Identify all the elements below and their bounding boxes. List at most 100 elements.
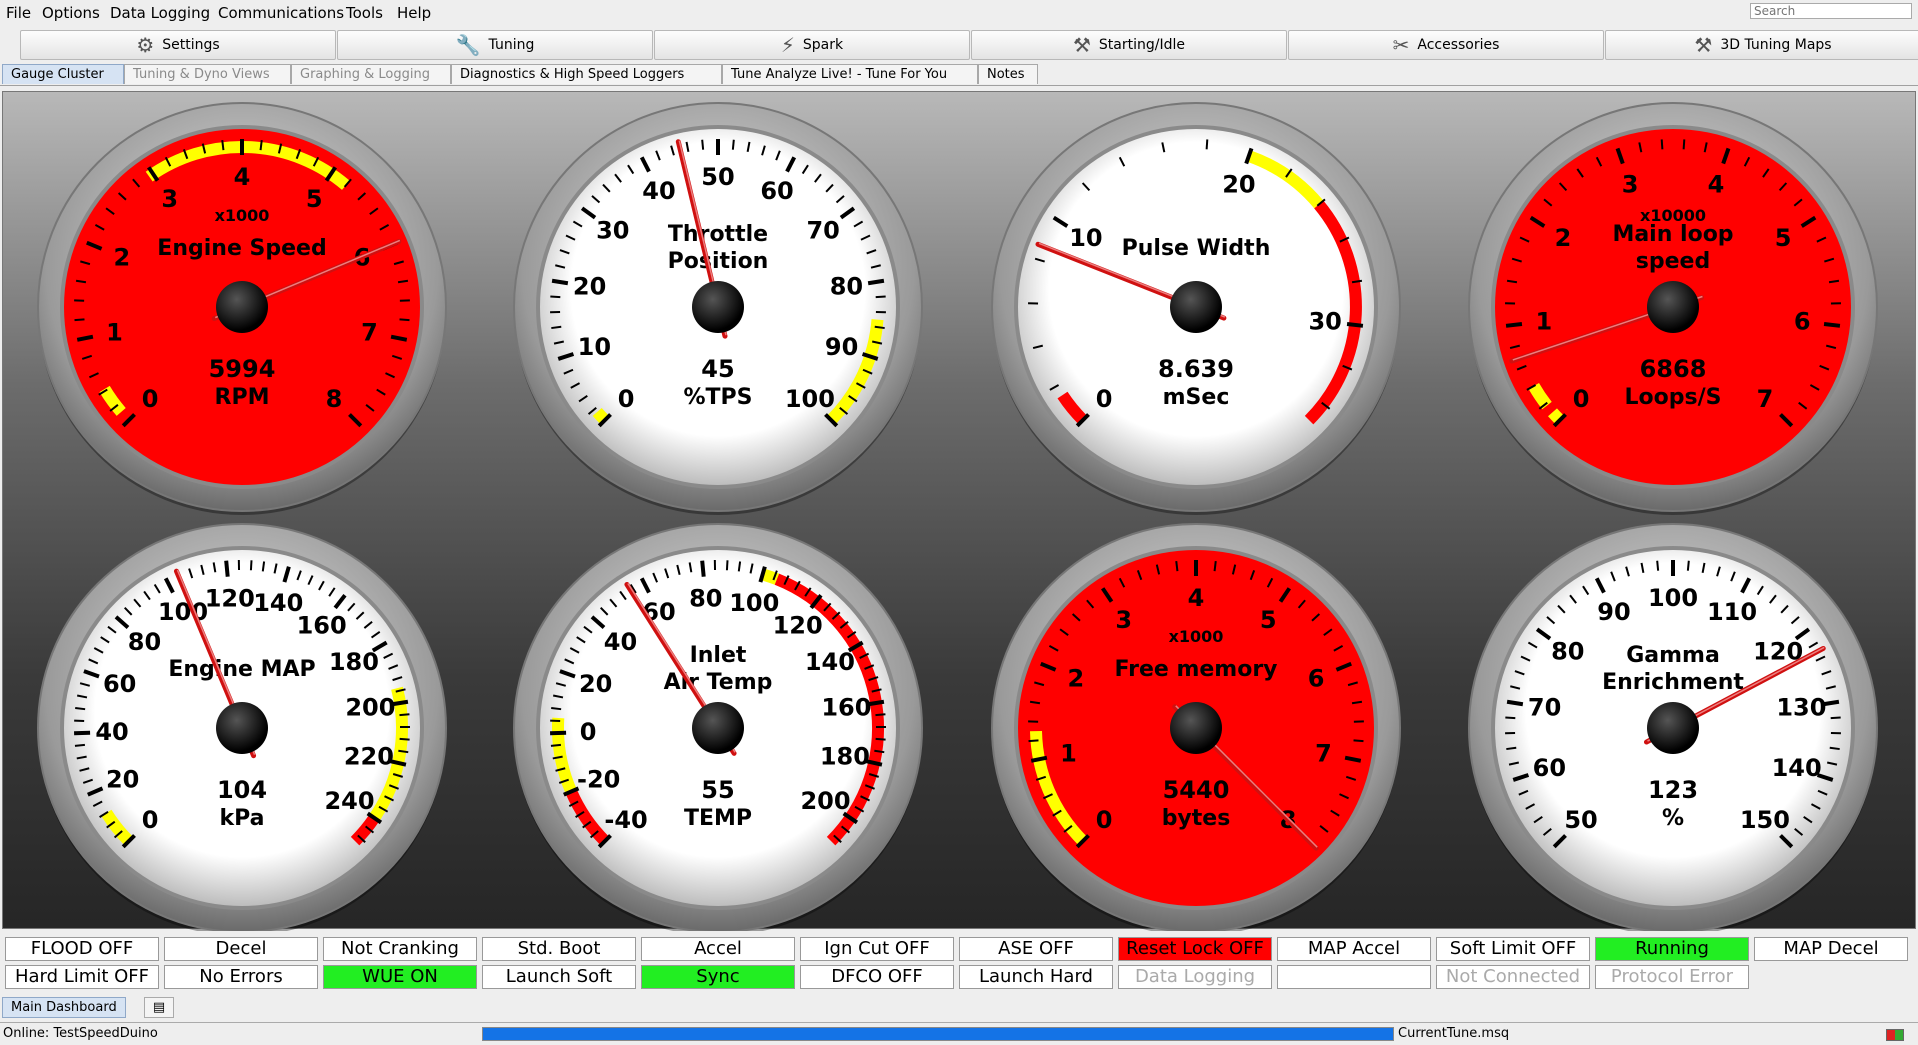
gauge-hub xyxy=(216,281,268,333)
indicator-map-decel: MAP Decel xyxy=(1754,937,1908,961)
gauge-scale-label: 0 xyxy=(580,718,597,746)
hammer-icon: ⚒ xyxy=(1694,33,1712,57)
gauge-scale-label: 80 xyxy=(128,628,161,656)
search-input[interactable] xyxy=(1750,3,1912,19)
gauge-hub xyxy=(692,281,744,333)
gauge-scale-label: 50 xyxy=(1564,806,1597,834)
indicator-std-boot: Std. Boot xyxy=(482,937,636,961)
gauge-tick xyxy=(875,327,885,328)
gauge-tick xyxy=(1176,561,1177,571)
gauge-title: Engine MAP xyxy=(168,657,315,682)
indicator-not-cranking: Not Cranking xyxy=(323,937,477,961)
menu-file[interactable]: File xyxy=(6,4,31,22)
gauge-units: mSec xyxy=(1163,385,1230,410)
indicator-running: Running xyxy=(1595,937,1749,961)
toolbar-button-label: Spark xyxy=(803,37,843,53)
indicator-protocol-error: Protocol Error xyxy=(1595,965,1749,989)
gauge-tick xyxy=(1029,740,1039,741)
gauge-title: speed xyxy=(1636,249,1710,274)
gauge-tick xyxy=(1506,748,1516,749)
toolbar-tuning-button[interactable]: 🔧Tuning xyxy=(337,30,653,60)
indicator-not-connected: Not Connected xyxy=(1436,965,1590,989)
gauge-tick xyxy=(1207,139,1208,149)
gauge-5: -40-20020406080100120140160180200InletAi… xyxy=(514,524,922,931)
tab-diagnostics-high-speed-loggers[interactable]: Diagnostics & High Speed Loggers xyxy=(451,64,722,84)
tab-gauge-cluster[interactable]: Gauge Cluster xyxy=(2,64,124,84)
gauge-scale-label: 40 xyxy=(604,628,637,656)
tab-notes[interactable]: Notes xyxy=(978,64,1038,84)
gauge-tick xyxy=(1215,561,1216,571)
gauge-scale-label: 5 xyxy=(306,185,323,213)
gauge-scale-label: 120 xyxy=(205,585,255,613)
gauge-tick xyxy=(733,140,734,150)
gauge-units: TEMP xyxy=(684,806,752,831)
toolbar-button-label: Accessories xyxy=(1417,37,1499,53)
menu-options[interactable]: Options xyxy=(42,4,100,22)
gauge-scale-label: 100 xyxy=(785,385,835,413)
gauge-scale-label: 70 xyxy=(1528,694,1561,722)
indicator-hard-limit-off: Hard Limit OFF xyxy=(5,965,159,989)
gauge-scale-label: 10 xyxy=(578,333,611,361)
toolbar-spark-button[interactable]: ⚡Spark xyxy=(654,30,970,60)
indicator-sync: Sync xyxy=(641,965,795,989)
gauge-tick xyxy=(550,296,560,297)
gauge-scale-label: 60 xyxy=(760,177,793,205)
gauge-scale-label: -40 xyxy=(604,806,647,834)
gauge-scale-label: 140 xyxy=(1772,754,1822,782)
menu-data-logging[interactable]: Data Logging xyxy=(110,4,210,22)
gauge-scale-label: 5 xyxy=(1775,224,1792,252)
gauge-tick xyxy=(1688,561,1689,571)
gauge-title: Pulse Width xyxy=(1122,236,1271,261)
gauge-scale-label: 160 xyxy=(821,694,871,722)
gauge-multiplier: x1000 xyxy=(1169,627,1224,646)
gauge-scale-label: 0 xyxy=(618,385,635,413)
tab-main-dashboard[interactable]: Main Dashboard xyxy=(2,997,126,1018)
gauge-title: Enrichment xyxy=(1602,670,1744,695)
menu-tools[interactable]: Tools xyxy=(346,4,383,22)
new-dashboard-icon[interactable]: ▤ xyxy=(144,997,174,1018)
status-bar: Online: TestSpeedDuino CurrentTune.msq xyxy=(0,1022,1918,1045)
gauge-scale-label: 200 xyxy=(800,787,850,815)
tab-graphing-logging[interactable]: Graphing & Logging xyxy=(291,64,451,84)
gauge-scale-label: 40 xyxy=(642,177,675,205)
gauge-title: Gamma xyxy=(1626,643,1720,668)
gauge-title: Throttle xyxy=(668,222,768,247)
indicator-wue-on: WUE ON xyxy=(323,965,477,989)
gauge-6: 012345678x1000Free memory5440bytes xyxy=(992,524,1400,931)
indicator-blank xyxy=(1277,965,1431,989)
gauge-scale-label: 3 xyxy=(1622,170,1639,198)
gauge-title: Inlet xyxy=(690,643,747,668)
gauge-3: 01234567x10000Main loopspeed6868Loops/S xyxy=(1469,103,1877,515)
gauge-cluster: 012345678x1000Engine Speed5994RPM0102030… xyxy=(0,91,1918,931)
toolbar-settings-button[interactable]: ⚙Settings xyxy=(20,30,336,60)
gauge-scale-label: 4 xyxy=(1188,584,1205,612)
gauge-title: Engine Speed xyxy=(157,236,326,261)
tab-tune-analyze-live-tune-for-you[interactable]: Tune Analyze Live! - Tune For You xyxy=(722,64,978,84)
gauge-scale-label: 50 xyxy=(701,163,734,191)
indicator-launch-hard: Launch Hard xyxy=(959,965,1113,989)
menu-help[interactable]: Help xyxy=(397,4,431,22)
gauge-scale-label: 7 xyxy=(1315,739,1332,767)
connection-status: Online: TestSpeedDuino xyxy=(3,1026,158,1041)
toolbar-starting-idle-button[interactable]: ⚒Starting/Idle xyxy=(971,30,1287,60)
gauge-tick xyxy=(702,561,704,577)
indicator-accel: Accel xyxy=(641,937,795,961)
gauge-scale-label: 7 xyxy=(1757,385,1774,413)
gauge-scale-label: 200 xyxy=(345,694,395,722)
gauge-scale-label: -20 xyxy=(577,766,620,794)
gauge-scale-label: 110 xyxy=(1707,598,1757,626)
menu-communications[interactable]: Communications xyxy=(218,4,344,22)
gauge-scale-label: 100 xyxy=(158,598,208,626)
gauge-scale-label: 0 xyxy=(1573,385,1590,413)
gauge-scale-label: 2 xyxy=(114,243,131,271)
gauge-scale-label: 3 xyxy=(1115,606,1132,634)
tab-tuning-dyno-views[interactable]: Tuning & Dyno Views xyxy=(124,64,291,84)
toolbar-3d-tuning-maps-button[interactable]: ⚒3D Tuning Maps xyxy=(1605,30,1918,60)
gauge-hub xyxy=(1647,281,1699,333)
gauge-scale-label: 20 xyxy=(573,273,606,301)
toolbar-button-label: Settings xyxy=(162,37,219,53)
gauge-scale-label: 180 xyxy=(329,648,379,676)
gauge-scale-label: 220 xyxy=(344,742,394,770)
gauge-value: 55 xyxy=(701,776,734,804)
toolbar-accessories-button[interactable]: ✂Accessories xyxy=(1288,30,1604,60)
